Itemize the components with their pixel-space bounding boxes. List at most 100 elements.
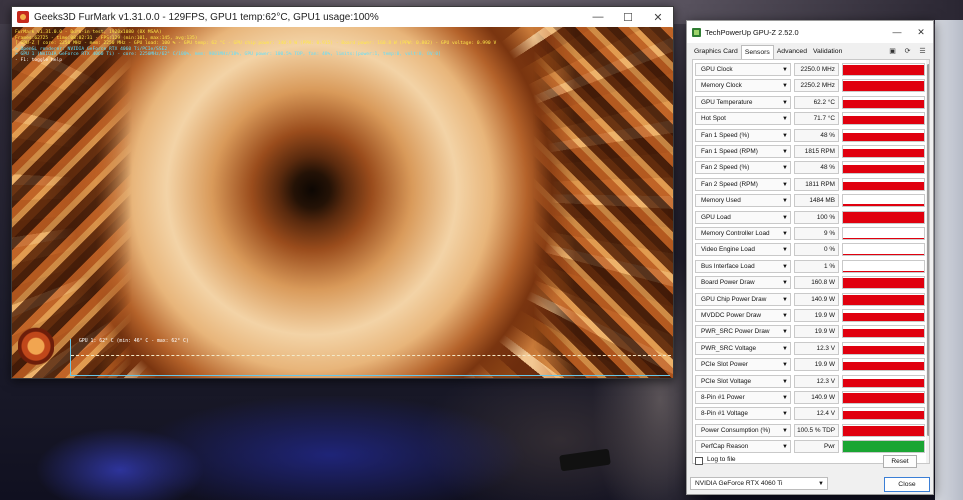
furmark-render-view: FurMark v1.31.0.0 - Burn-in test, 1920x1… xyxy=(12,27,673,378)
sensor-graph xyxy=(842,407,925,421)
chevron-down-icon: ▼ xyxy=(782,345,788,352)
close-icon[interactable]: ✕ xyxy=(909,21,933,43)
sensor-name-dropdown[interactable]: Fan 1 Speed (%) ▼ xyxy=(695,128,791,142)
sensor-value: 140.9 W xyxy=(794,391,839,404)
sensor-name-dropdown[interactable]: PerfCap Reason ▼ xyxy=(695,440,791,454)
furmark-window: Geeks3D FurMark v1.31.0.0 - 129FPS, GPU1… xyxy=(11,6,674,379)
sensor-graph-bar xyxy=(843,65,924,75)
refresh-icon[interactable]: ⟳ xyxy=(903,46,912,55)
sensor-name-dropdown[interactable]: GPU Clock ▼ xyxy=(695,63,791,76)
sensor-row: PCIe Slot Voltage ▼ 12.3 V xyxy=(695,374,925,389)
minimize-icon[interactable]: — xyxy=(583,7,613,27)
maximize-icon[interactable]: ☐ xyxy=(613,7,643,27)
chevron-down-icon: ▼ xyxy=(782,231,788,237)
sensor-name: Power Consumption (%) xyxy=(701,426,771,434)
sensor-name: Memory Controller Load xyxy=(701,230,770,237)
chevron-down-icon: ▼ xyxy=(782,198,788,205)
sensor-name-dropdown[interactable]: Fan 2 Speed (RPM) ▼ xyxy=(695,177,791,191)
sensor-name-dropdown[interactable]: Fan 1 Speed (RPM) ▼ xyxy=(695,145,791,158)
sensor-name: 8-Pin #1 Voltage xyxy=(701,410,748,418)
sensor-name-dropdown[interactable]: GPU Load ▼ xyxy=(695,210,791,224)
sensor-name-dropdown[interactable]: Board Power Draw ▼ xyxy=(695,276,791,290)
chevron-down-icon: ▼ xyxy=(782,165,788,172)
log-to-file-checkbox[interactable] xyxy=(695,457,703,465)
sensors-scrollbar[interactable] xyxy=(926,60,929,463)
sensor-name: 8-Pin #1 Power xyxy=(701,394,745,401)
tab-validation[interactable]: Validation xyxy=(810,45,845,59)
screenshot-icon[interactable]: ▣ xyxy=(888,46,897,55)
sensor-row: Power Consumption (%) ▼ 100.5 % TDP xyxy=(695,423,925,438)
tab-advanced[interactable]: Advanced xyxy=(774,45,810,59)
sensor-name: PCIe Slot Power xyxy=(701,361,748,369)
sensor-graph xyxy=(842,145,925,158)
sensor-value: 12.4 V xyxy=(794,407,839,421)
sensor-name-dropdown[interactable]: Hot Spot ▼ xyxy=(695,112,791,126)
sensor-name: GPU Chip Power Draw xyxy=(701,295,767,303)
sensor-value: 9 % xyxy=(794,227,839,240)
sensor-graph xyxy=(842,259,925,273)
sensor-graph xyxy=(842,423,925,437)
chevron-down-icon: ▼ xyxy=(782,116,788,123)
sensor-graph xyxy=(842,325,925,339)
sensor-name-dropdown[interactable]: GPU Chip Power Draw ▼ xyxy=(695,292,791,306)
background-window-edge xyxy=(935,20,963,500)
sensor-name-dropdown[interactable]: Fan 2 Speed (%) ▼ xyxy=(695,161,791,175)
minimize-icon[interactable]: — xyxy=(885,21,909,43)
chevron-down-icon: ▼ xyxy=(782,280,788,287)
sensor-row: Bus Interface Load ▼ 1 % xyxy=(695,259,925,274)
tab-sensors[interactable]: Sensors xyxy=(740,45,774,59)
gpu-select-dropdown[interactable]: NVIDIA GeForce RTX 4060 Ti ▼ xyxy=(690,477,828,490)
sensor-name-dropdown[interactable]: PCIe Slot Voltage ▼ xyxy=(695,374,791,388)
sensor-graph-bar xyxy=(843,425,924,436)
sensor-value: Pwr xyxy=(794,440,839,454)
sensor-graph-bar xyxy=(843,211,924,223)
close-button[interactable]: Close xyxy=(884,477,930,492)
sensor-name-dropdown[interactable]: MVDDC Power Draw ▼ xyxy=(695,309,791,322)
sensor-name-dropdown[interactable]: PCIe Slot Power ▼ xyxy=(695,358,791,372)
sensor-name-dropdown[interactable]: Memory Used ▼ xyxy=(695,194,791,208)
sensor-name-dropdown[interactable]: Bus Interface Load ▼ xyxy=(695,259,791,273)
sensor-name-dropdown[interactable]: PWR_SRC Power Draw ▼ xyxy=(695,325,791,339)
sensor-row: Board Power Draw ▼ 160.8 W xyxy=(695,275,925,290)
sensor-name: Board Power Draw xyxy=(701,279,755,287)
gpuz-titlebar[interactable]: TechPowerUp GPU-Z 2.52.0 — ✕ xyxy=(687,21,933,43)
sensor-name: Memory Used xyxy=(701,197,741,205)
sensor-name-dropdown[interactable]: Video Engine Load ▼ xyxy=(695,243,791,257)
sensor-value: 140.9 W xyxy=(794,292,839,306)
close-icon[interactable]: ✕ xyxy=(643,7,673,27)
sensor-graph xyxy=(842,341,925,355)
sensor-name-dropdown[interactable]: Memory Controller Load ▼ xyxy=(695,227,791,240)
sensor-value: 2250.2 MHz xyxy=(794,79,839,93)
sensor-name-dropdown[interactable]: Power Consumption (%) ▼ xyxy=(695,423,791,437)
sensor-name-dropdown[interactable]: PWR_SRC Voltage ▼ xyxy=(695,341,791,355)
sensor-graph xyxy=(842,210,925,224)
sensor-row: Memory Controller Load ▼ 9 % xyxy=(695,226,925,241)
sensor-row: GPU Load ▼ 100 % xyxy=(695,210,925,225)
sensor-graph xyxy=(842,292,925,306)
sensor-name-dropdown[interactable]: 8-Pin #1 Voltage ▼ xyxy=(695,407,791,421)
sensor-value: 71.7 °C xyxy=(794,112,839,126)
sensor-name-dropdown[interactable]: GPU Temperature ▼ xyxy=(695,95,791,109)
chevron-down-icon: ▼ xyxy=(782,263,788,270)
sensor-name: Hot Spot xyxy=(701,115,726,123)
menu-icon[interactable]: ☰ xyxy=(918,46,927,55)
sensor-graph xyxy=(842,128,925,142)
sensor-value: 62.2 °C xyxy=(794,95,839,109)
sensor-name-dropdown[interactable]: Memory Clock ▼ xyxy=(695,79,791,93)
chevron-down-icon: ▼ xyxy=(782,132,788,139)
temperature-graph-label: GPU 1: 62° C (min: 46° C - max: 62° C) xyxy=(79,339,189,344)
gpuz-tab-bar: Graphics Card Sensors Advanced Validation ▣… xyxy=(687,43,933,59)
sensor-name: Bus Interface Load xyxy=(701,262,755,270)
chevron-down-icon: ▼ xyxy=(782,444,788,451)
scrollbar-thumb[interactable] xyxy=(927,64,929,436)
sensor-name-dropdown[interactable]: 8-Pin #1 Power ▼ xyxy=(695,391,791,404)
tab-graphics-card[interactable]: Graphics Card xyxy=(691,45,741,59)
sensor-value: 19.9 W xyxy=(794,325,839,339)
sensor-graph xyxy=(842,112,925,126)
reset-button[interactable]: Reset xyxy=(883,455,917,468)
chevron-down-icon: ▼ xyxy=(818,481,824,487)
sensor-graph-bar xyxy=(843,362,924,371)
sensor-row: 8-Pin #1 Voltage ▼ 12.4 V xyxy=(695,406,925,421)
sensor-name: Video Engine Load xyxy=(701,246,755,254)
furmark-titlebar[interactable]: Geeks3D FurMark v1.31.0.0 - 129FPS, GPU1… xyxy=(12,7,673,27)
